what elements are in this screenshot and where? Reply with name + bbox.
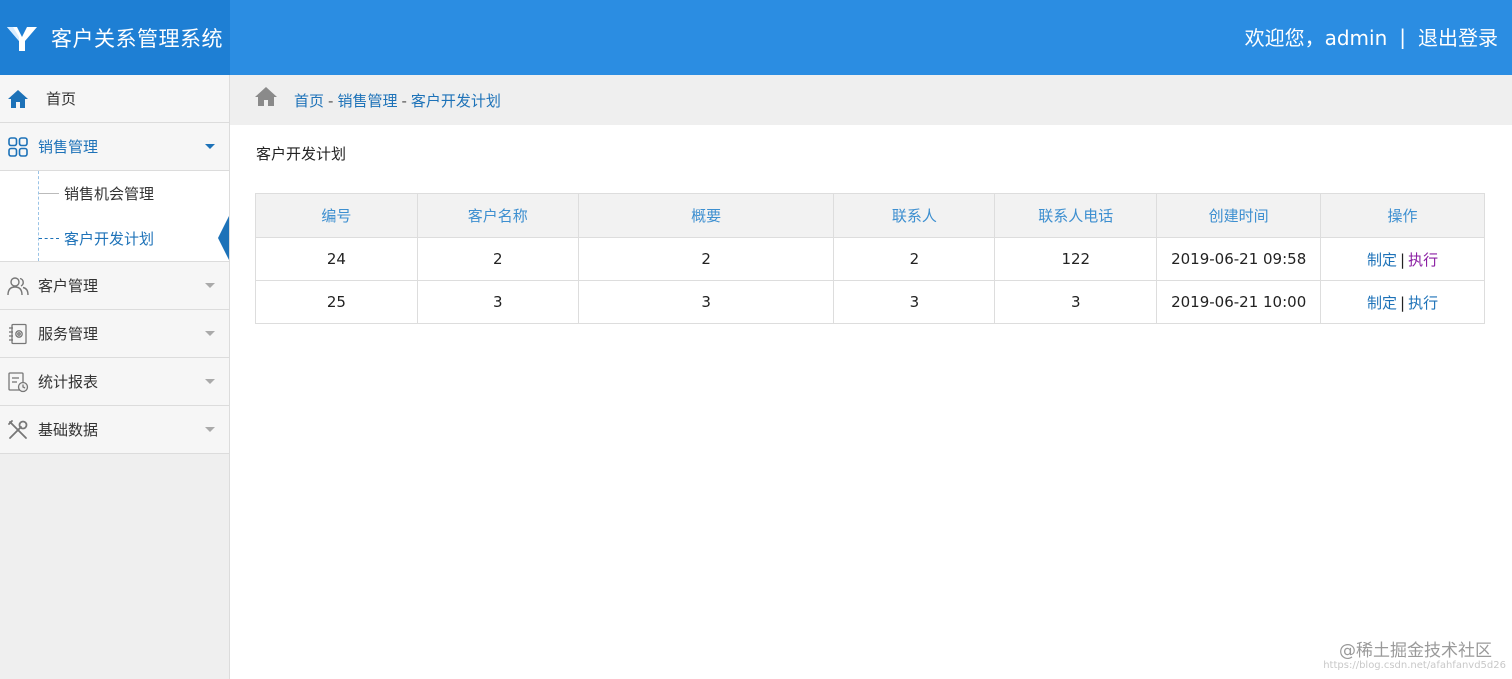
chevron-down-icon xyxy=(205,427,215,432)
action-separator: | xyxy=(1400,250,1406,269)
breadcrumb-link-sales[interactable]: 销售管理 xyxy=(337,92,397,110)
breadcrumb-link-home[interactable]: 首页 xyxy=(294,92,324,110)
user-area: 欢迎您，admin | 退出登录 xyxy=(1245,22,1498,51)
column-header-phone: 联系人电话 xyxy=(994,193,1158,238)
chevron-down-icon xyxy=(205,144,215,149)
cell-actions: 制定 | 执行 xyxy=(1320,237,1485,281)
sidebar-subitem-opportunity[interactable]: 销售机会管理 xyxy=(0,171,229,216)
sales-submenu: 销售机会管理 客户开发计划 xyxy=(0,171,229,262)
watermark-url: https://blog.csdn.net/afahfanvd5d26 xyxy=(1323,660,1506,671)
home-icon xyxy=(7,88,29,110)
cell-contact: 3 xyxy=(833,280,996,324)
app-title: 客户关系管理系统 xyxy=(51,26,223,51)
active-indicator-icon xyxy=(218,216,229,260)
execute-plan-link[interactable]: 执行 xyxy=(1408,294,1438,312)
contacts-book-icon xyxy=(7,323,29,345)
sidebar-item-label: 服务管理 xyxy=(38,325,99,343)
table-row: 25 3 3 3 3 2019-06-21 10:00 制定 | 执行 xyxy=(255,280,1485,324)
breadcrumb-separator: - xyxy=(401,91,407,110)
home-icon xyxy=(255,87,277,106)
cell-name: 3 xyxy=(416,280,579,324)
cell-actions: 制定 | 执行 xyxy=(1320,280,1485,324)
report-icon xyxy=(7,371,29,393)
chevron-down-icon xyxy=(205,331,215,336)
cell-created: 2019-06-21 10:00 xyxy=(1156,280,1322,324)
sidebar-item-label: 销售管理 xyxy=(38,138,99,156)
column-header-summary: 概要 xyxy=(577,193,835,238)
sidebar-item-service[interactable]: 服务管理 xyxy=(0,310,229,358)
tree-branch xyxy=(39,193,59,194)
sidebar-item-customers[interactable]: 客户管理 xyxy=(0,262,229,310)
breadcrumb-separator: - xyxy=(328,91,334,110)
execute-plan-link[interactable]: 执行 xyxy=(1408,251,1438,269)
brand: 客户关系管理系统 xyxy=(0,0,230,75)
breadcrumb-trail: 首页 - 销售管理 - 客户开发计划 xyxy=(294,90,501,111)
table-row: 24 2 2 2 122 2019-06-21 09:58 制定 | 执行 xyxy=(255,237,1485,281)
sidebar-item-reports[interactable]: 统计报表 xyxy=(0,358,229,406)
chevron-down-icon xyxy=(205,379,215,384)
cell-id: 25 xyxy=(255,280,418,324)
tree-branch xyxy=(39,238,59,239)
cell-id: 24 xyxy=(255,237,418,281)
sidebar-subitem-dev-plan[interactable]: 客户开发计划 xyxy=(0,216,229,261)
page-title: 客户开发计划 xyxy=(256,145,347,163)
sidebar-subitem-label: 客户开发计划 xyxy=(64,230,155,248)
cell-summary: 3 xyxy=(577,280,835,324)
chevron-down-icon xyxy=(205,283,215,288)
breadcrumb: 首页 - 销售管理 - 客户开发计划 xyxy=(230,75,1512,125)
column-header-created: 创建时间 xyxy=(1156,193,1322,238)
grid-icon xyxy=(7,136,29,158)
sidebar-item-sales[interactable]: 销售管理 xyxy=(0,123,229,171)
sidebar-item-label: 统计报表 xyxy=(38,373,99,391)
header-separator: | xyxy=(1399,24,1406,49)
action-separator: | xyxy=(1400,293,1406,312)
sidebar-item-label: 首页 xyxy=(46,90,77,108)
cell-contact: 2 xyxy=(833,237,996,281)
sidebar-item-home[interactable]: 首页 xyxy=(0,75,229,123)
top-header: 客户关系管理系统 欢迎您，admin | 退出登录 xyxy=(0,0,1512,75)
watermark: @稀土掘金技术社区 xyxy=(1339,641,1492,661)
sidebar-item-basedata[interactable]: 基础数据 xyxy=(0,406,229,454)
column-header-actions: 操作 xyxy=(1320,193,1485,238)
welcome-text: 欢迎您，admin xyxy=(1244,26,1388,50)
cell-created: 2019-06-21 09:58 xyxy=(1156,237,1322,281)
column-header-id: 编号 xyxy=(255,193,418,238)
sidebar-subitem-label: 销售机会管理 xyxy=(64,185,155,203)
breadcrumb-link-dev-plan[interactable]: 客户开发计划 xyxy=(411,92,501,110)
cell-name: 2 xyxy=(416,237,579,281)
sidebar: 首页 销售管理 销售机会管理 客户开发计划 客户管理 服务管理 统计报表 基础数… xyxy=(0,75,230,679)
dev-plan-table: 编号 客户名称 概要 联系人 联系人电话 创建时间 操作 24 2 2 2 12… xyxy=(255,193,1485,324)
table-header-row: 编号 客户名称 概要 联系人 联系人电话 创建时间 操作 xyxy=(255,193,1485,238)
users-icon xyxy=(7,275,29,297)
logout-link[interactable]: 退出登录 xyxy=(1418,22,1498,51)
make-plan-link[interactable]: 制定 xyxy=(1367,251,1397,269)
sidebar-item-label: 客户管理 xyxy=(38,277,99,295)
logo-icon xyxy=(7,26,37,51)
cell-phone: 3 xyxy=(994,280,1158,324)
column-header-contact: 联系人 xyxy=(833,193,996,238)
cell-phone: 122 xyxy=(994,237,1158,281)
sidebar-item-label: 基础数据 xyxy=(38,421,99,439)
tools-icon xyxy=(7,419,29,441)
cell-summary: 2 xyxy=(577,237,835,281)
column-header-name: 客户名称 xyxy=(416,193,579,238)
make-plan-link[interactable]: 制定 xyxy=(1367,294,1397,312)
